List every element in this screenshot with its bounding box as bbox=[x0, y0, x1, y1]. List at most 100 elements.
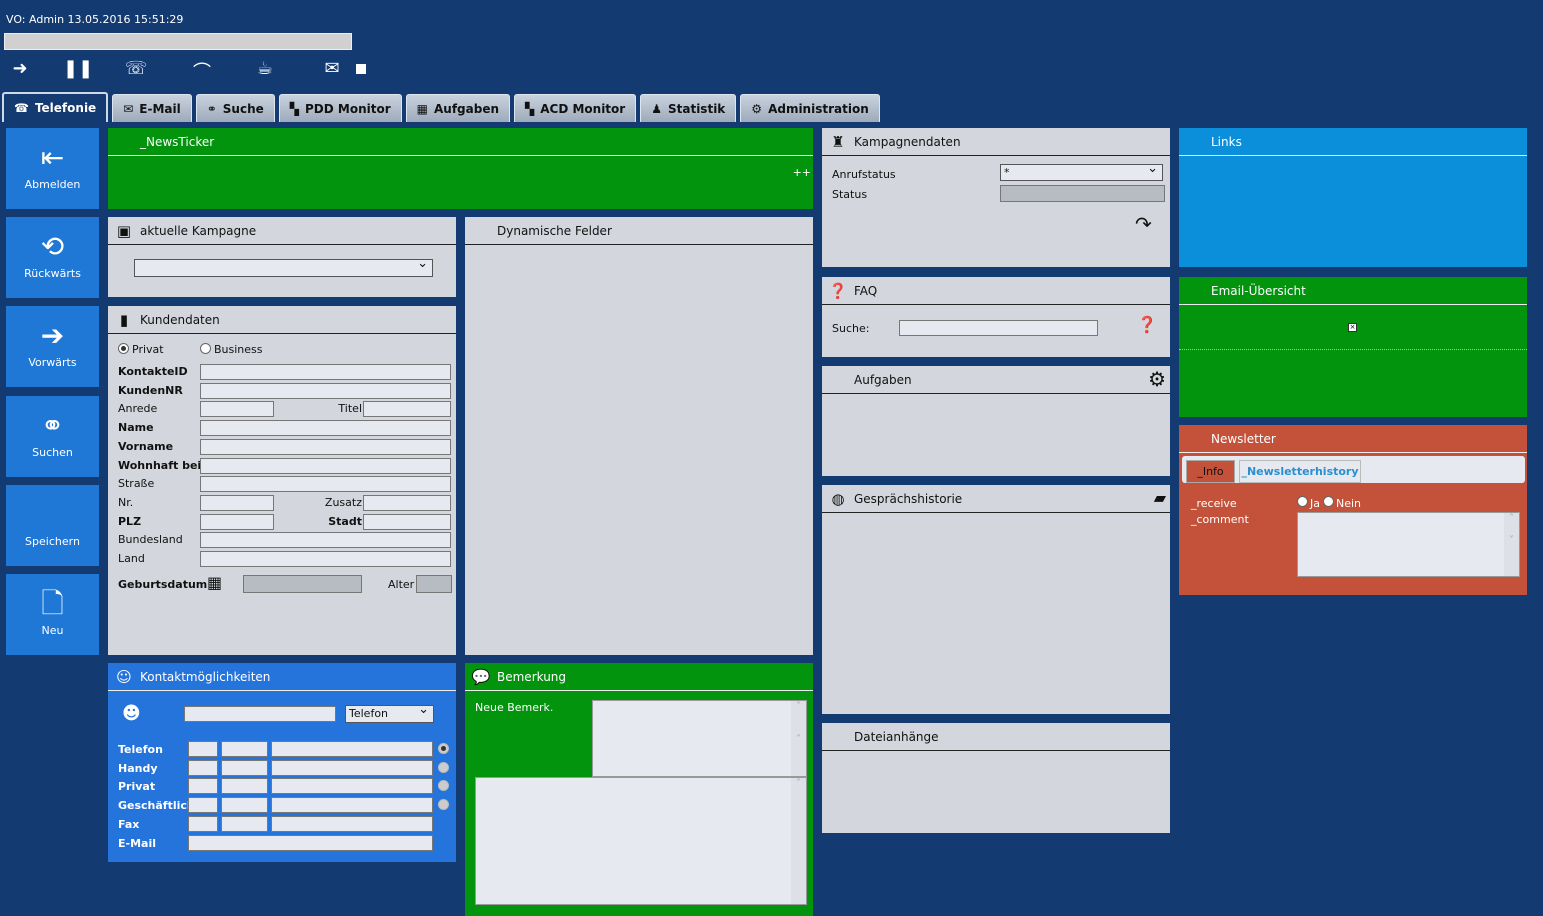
sidebar-rückwärts-button[interactable]: ⟲ Rückwärts bbox=[6, 217, 99, 298]
login-agent-icon[interactable]: ➜ bbox=[8, 58, 32, 79]
tab-aufgaben[interactable]: ▦ Aufgaben bbox=[405, 94, 510, 122]
kontakt-label: Telefon bbox=[118, 743, 163, 756]
kontakt-input[interactable] bbox=[188, 797, 218, 814]
kontakt-input[interactable] bbox=[271, 797, 433, 814]
field-input[interactable] bbox=[200, 457, 451, 474]
forward-call-icon[interactable]: ↷ bbox=[1135, 212, 1152, 236]
sidebar-abmelden-button[interactable]: ⇤ Abmelden bbox=[6, 128, 99, 209]
sidebar-label: Abmelden bbox=[24, 178, 81, 191]
field-input[interactable] bbox=[200, 494, 274, 511]
geburtsdatum-field[interactable] bbox=[243, 575, 362, 593]
folder-icon[interactable]: ▰ bbox=[1154, 488, 1166, 507]
nein-radio[interactable] bbox=[1323, 496, 1334, 507]
coffee-break-icon[interactable]: ☕ bbox=[253, 58, 277, 79]
privat-radio[interactable] bbox=[118, 343, 129, 354]
primary-contact-radio[interactable] bbox=[438, 780, 449, 792]
kontakt-input[interactable] bbox=[188, 741, 218, 757]
field-input[interactable] bbox=[363, 513, 451, 530]
tab-info[interactable]: _Info bbox=[1186, 460, 1235, 483]
primary-contact-radio[interactable] bbox=[438, 743, 449, 754]
field-input[interactable] bbox=[200, 532, 451, 549]
tab-suche[interactable]: ⚭ Suche bbox=[195, 94, 275, 122]
field-label: Titel bbox=[338, 402, 362, 416]
pause-icon[interactable]: ❚❚ bbox=[63, 58, 93, 79]
field-input[interactable] bbox=[200, 438, 451, 455]
kampagne-select[interactable] bbox=[134, 256, 433, 277]
tab-administration[interactable]: ⚙ Administration bbox=[740, 94, 880, 122]
sidebar-speichern-button[interactable]: Speichern bbox=[6, 485, 99, 566]
field-label: Vorname bbox=[118, 439, 174, 453]
neue-bemerkung-textarea[interactable]: ˄ ˅ bbox=[592, 700, 807, 777]
kontakt-input[interactable] bbox=[221, 815, 268, 832]
email-panel: Email-Übersicht × bbox=[1179, 277, 1527, 417]
tab-label: Statistik bbox=[667, 101, 726, 116]
panel-title: aktuelle Kampagne bbox=[140, 223, 257, 238]
monitor-icon: ▣ bbox=[116, 221, 132, 240]
sidebar-neu-button[interactable]: 🗋 Neu bbox=[6, 574, 99, 655]
mail-break-icon[interactable]: ✉ bbox=[320, 58, 344, 79]
kontakt-input[interactable] bbox=[188, 778, 218, 795]
field-label: KontakteID bbox=[118, 365, 188, 378]
tab-e-mail[interactable]: ✉ E-Mail bbox=[112, 94, 192, 122]
sidebar-vorwärts-button[interactable]: ➔ Vorwärts bbox=[6, 306, 99, 387]
tab-pdd-monitor[interactable]: ▚ PDD Monitor bbox=[278, 94, 402, 122]
phone-icon[interactable]: ☏ bbox=[124, 58, 148, 79]
logout-door-icon: ⇤ bbox=[40, 141, 65, 174]
kontakt-search-field[interactable] bbox=[184, 706, 336, 722]
panel-title: _NewsTicker bbox=[140, 134, 215, 149]
field-input[interactable] bbox=[200, 551, 451, 567]
newsticker-more[interactable]: ++ bbox=[793, 166, 811, 179]
hangup-icon[interactable]: ⌒ bbox=[190, 58, 214, 84]
tab-newsletterhistory[interactable]: _Newsletterhistory bbox=[1239, 460, 1361, 483]
panel-title: Newsletter bbox=[1211, 431, 1276, 446]
panel-title: Kundendaten bbox=[140, 312, 220, 327]
status-indicator bbox=[356, 64, 366, 74]
comment-textarea[interactable]: ˄ ˅ bbox=[1297, 512, 1520, 577]
field-input[interactable] bbox=[200, 420, 451, 437]
faq-search-field[interactable] bbox=[899, 320, 1098, 336]
tab-acd-monitor[interactable]: ▚ ACD Monitor bbox=[514, 94, 637, 122]
kontakt-input[interactable] bbox=[271, 815, 433, 832]
primary-contact-radio[interactable] bbox=[438, 761, 449, 773]
field-label: Straße bbox=[118, 477, 155, 491]
kontakt-input[interactable] bbox=[221, 759, 268, 776]
field-input[interactable] bbox=[200, 513, 274, 530]
faq-search-icon[interactable]: ❓ bbox=[1137, 315, 1157, 334]
kontakt-input[interactable] bbox=[188, 759, 218, 776]
field-input[interactable] bbox=[363, 494, 451, 511]
ja-radio[interactable] bbox=[1297, 496, 1308, 507]
kontakt-input[interactable] bbox=[221, 741, 268, 757]
nein-label: Nein bbox=[1336, 497, 1362, 510]
kontakt-input[interactable] bbox=[271, 741, 433, 757]
kampagne-panel: ▣ aktuelle Kampagne bbox=[108, 217, 456, 297]
panel-title: FAQ bbox=[854, 283, 878, 298]
field-input[interactable] bbox=[363, 401, 451, 418]
ja-label: Ja bbox=[1310, 497, 1320, 510]
field-input[interactable] bbox=[200, 382, 451, 399]
kontakt-input[interactable] bbox=[221, 797, 268, 814]
tab-statistik[interactable]: ♟ Statistik bbox=[640, 94, 737, 122]
tab-telefonie[interactable]: ☎ Telefonie bbox=[2, 92, 109, 122]
anrufstatus-select[interactable]: * bbox=[1000, 161, 1163, 181]
field-label: PLZ bbox=[118, 514, 142, 528]
primary-contact-radio[interactable] bbox=[438, 799, 449, 811]
field-input[interactable] bbox=[200, 364, 451, 380]
alter-field[interactable] bbox=[416, 575, 452, 593]
historie-panel: ◍ Gesprächshistorie ▰ bbox=[822, 485, 1170, 714]
field-input[interactable] bbox=[200, 401, 274, 418]
field-input[interactable] bbox=[200, 476, 451, 493]
status-field[interactable] bbox=[1000, 185, 1165, 202]
kontakt-input[interactable] bbox=[221, 778, 268, 795]
contact-person-icon: ☺ bbox=[116, 667, 132, 686]
kontakt-input[interactable] bbox=[271, 778, 433, 795]
email-input[interactable] bbox=[188, 834, 433, 851]
gear-icon[interactable]: ⚙ bbox=[1148, 367, 1166, 391]
kontakt-input[interactable] bbox=[271, 759, 433, 776]
sidebar-suchen-button[interactable]: ⚭ Suchen bbox=[6, 396, 99, 477]
kontakt-input[interactable] bbox=[188, 815, 218, 832]
links-panel: Links bbox=[1179, 128, 1527, 267]
kontakt-type-select[interactable]: Telefon bbox=[345, 702, 434, 723]
bemerkung-history-textarea[interactable]: ˄ bbox=[475, 777, 807, 905]
calendar-icon[interactable]: ▦ bbox=[207, 573, 222, 592]
business-radio[interactable] bbox=[200, 343, 211, 354]
